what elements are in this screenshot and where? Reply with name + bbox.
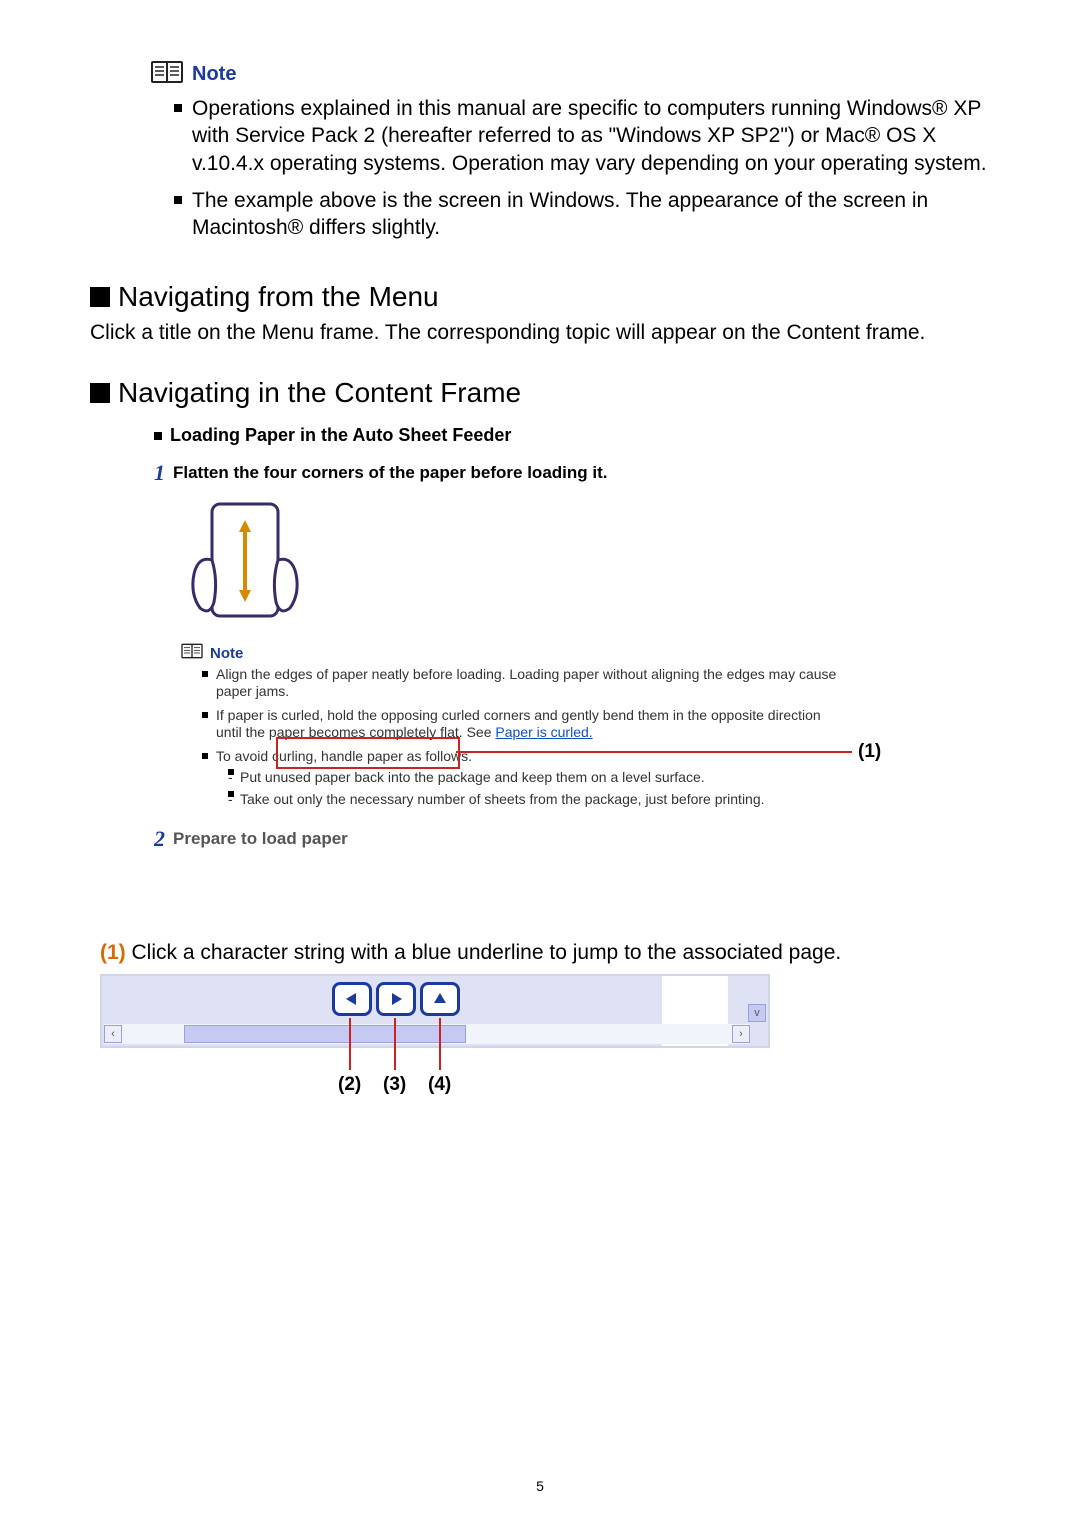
inner-bullet: If paper is curled, hold the opposing cu… bbox=[202, 707, 840, 742]
note-icon bbox=[150, 60, 184, 89]
callout-label-3: (3) bbox=[383, 1074, 406, 1096]
inner-sub: Put unused paper back into the package a… bbox=[228, 769, 840, 808]
page-number: 5 bbox=[0, 1478, 1080, 1494]
note-header: Note bbox=[150, 60, 990, 89]
inner-sub-item: Take out only the necessary number of sh… bbox=[228, 791, 840, 809]
note-bullet: The example above is the screen in Windo… bbox=[174, 187, 990, 242]
square-bullet-icon bbox=[90, 383, 110, 403]
content-title: Loading Paper in the Auto Sheet Feeder bbox=[170, 425, 840, 446]
section-heading-menu: Navigating from the Menu bbox=[90, 281, 990, 313]
nav-shot-wrap: ‹ › v (2) (3) (4) bbox=[100, 974, 770, 1098]
step-1: 1 Flatten the four corners of the paper … bbox=[154, 460, 840, 486]
note-bullet: Operations explained in this manual are … bbox=[174, 95, 990, 177]
step-text: Flatten the four corners of the paper be… bbox=[173, 463, 607, 483]
section-title: Navigating from the Menu bbox=[118, 281, 439, 313]
inner-bullet-text: To avoid curling, handle paper as follow… bbox=[216, 748, 472, 764]
step-text: Prepare to load paper bbox=[173, 829, 348, 849]
step-number: 1 bbox=[154, 460, 165, 486]
step-2: 2 Prepare to load paper bbox=[154, 826, 840, 852]
note-bullets: Operations explained in this manual are … bbox=[174, 95, 990, 241]
section-title: Navigating in the Content Frame bbox=[118, 377, 521, 409]
nav-buttons bbox=[332, 982, 460, 1016]
callout-label-2: (2) bbox=[338, 1074, 361, 1096]
caption-1: (1) Click a character string with a blue… bbox=[100, 939, 990, 966]
inner-note-label: Note bbox=[210, 645, 243, 662]
note-icon bbox=[180, 643, 204, 664]
section-body: Click a title on the Menu frame. The cor… bbox=[90, 319, 990, 346]
scroll-thumb[interactable] bbox=[184, 1025, 466, 1043]
scroll-right-arrow-icon[interactable]: › bbox=[732, 1025, 750, 1043]
square-bullet-icon bbox=[90, 287, 110, 307]
inner-sub-item: Put unused paper back into the package a… bbox=[228, 769, 840, 787]
content-screenshot: Loading Paper in the Auto Sheet Feeder 1… bbox=[120, 415, 840, 925]
inner-note-header: Note bbox=[180, 643, 840, 664]
scroll-left-arrow-icon[interactable]: ‹ bbox=[104, 1025, 122, 1043]
callout-label-4: (4) bbox=[428, 1074, 451, 1096]
nav-back-button[interactable] bbox=[332, 982, 372, 1016]
nav-bar-screenshot: ‹ › v bbox=[100, 974, 770, 1048]
nav-up-button[interactable] bbox=[420, 982, 460, 1016]
nav-callouts: (2) (3) (4) bbox=[100, 1048, 770, 1098]
step-number: 2 bbox=[154, 826, 165, 852]
nav-forward-button[interactable] bbox=[376, 982, 416, 1016]
section-heading-content: Navigating in the Content Frame bbox=[90, 377, 990, 409]
inner-bullet: Align the edges of paper neatly before l… bbox=[202, 666, 840, 701]
paper-curled-link[interactable]: Paper is curled. bbox=[495, 724, 592, 740]
scroll-down-arrow-icon[interactable]: v bbox=[748, 1004, 766, 1022]
paper-illustration bbox=[170, 498, 840, 633]
note-block: Note Operations explained in this manual… bbox=[150, 60, 990, 241]
caption-body: Click a character string with a blue und… bbox=[126, 941, 842, 964]
content-shot-wrapper: Loading Paper in the Auto Sheet Feeder 1… bbox=[90, 415, 990, 925]
inner-bullets: Align the edges of paper neatly before l… bbox=[202, 666, 840, 809]
inner-note: Note Align the edges of paper neatly bef… bbox=[180, 643, 840, 809]
inner-bullet: To avoid curling, handle paper as follow… bbox=[202, 748, 840, 809]
caption-prefix: (1) bbox=[100, 941, 126, 964]
horizontal-scrollbar[interactable]: ‹ › bbox=[104, 1024, 750, 1044]
callout-label-1: (1) bbox=[858, 741, 881, 763]
note-label: Note bbox=[192, 63, 236, 86]
